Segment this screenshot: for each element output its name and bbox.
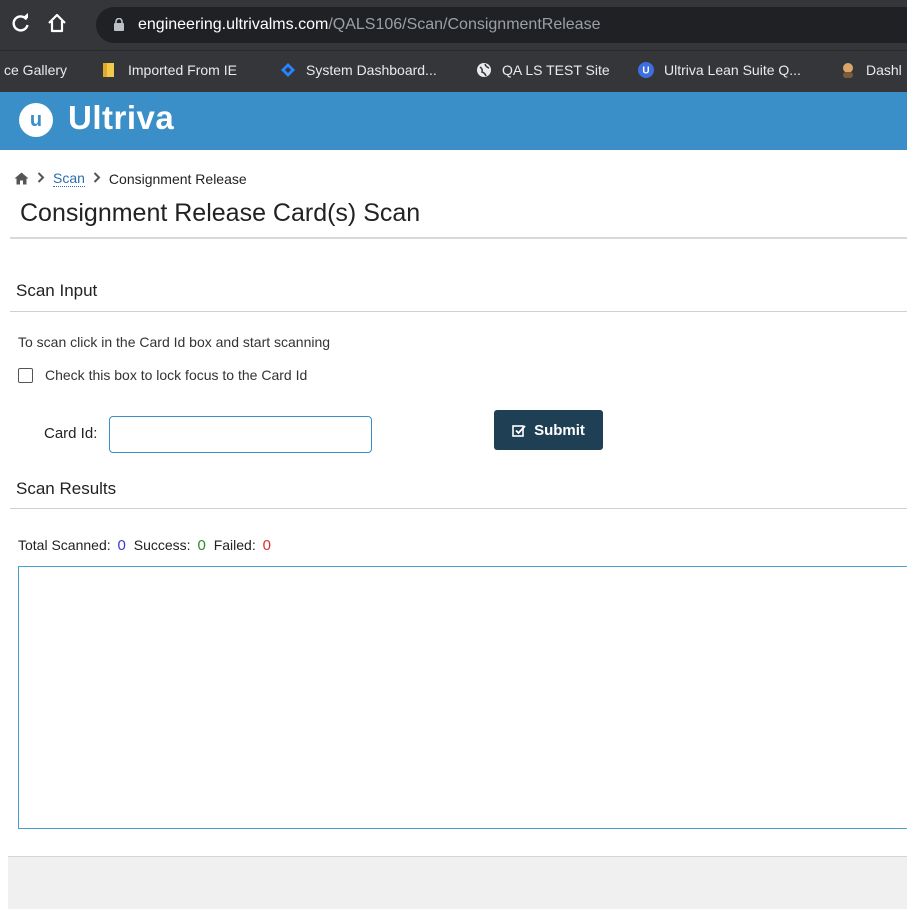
total-scanned-value: 0 (117, 537, 126, 554)
edit-check-icon (512, 424, 526, 437)
title-divider (10, 237, 907, 239)
page-footer (8, 856, 907, 909)
bookmark-label: Ultriva Lean Suite Q... (664, 62, 801, 78)
scan-totals: Total Scanned: 0 Success: 0 Failed: 0 (18, 537, 275, 554)
bookmark-label: ce Gallery (4, 62, 68, 78)
success-value: 0 (197, 537, 206, 554)
breadcrumb: Scan Consignment Release (14, 170, 247, 187)
reload-icon[interactable] (8, 10, 34, 36)
page-title: Consignment Release Card(s) Scan (20, 199, 421, 227)
url-path: /QALS106/Scan/ConsignmentRelease (328, 16, 601, 33)
url-host: engineering.ultrivalms.com (138, 16, 329, 33)
home-icon[interactable] (14, 172, 29, 185)
svg-text:U: U (642, 66, 649, 77)
brand-name[interactable]: Ultriva (68, 99, 174, 137)
scan-input-heading: Scan Input (16, 281, 98, 300)
bookmark-item[interactable]: Imported From IE (102, 62, 237, 78)
bookmark-label: System Dashboard... (306, 62, 437, 78)
address-bar[interactable]: engineering.ultrivalms.com/QALS106/Scan/… (96, 7, 907, 43)
card-id-input[interactable] (109, 416, 372, 453)
url-text: engineering.ultrivalms.com/QALS106/Scan/… (138, 16, 600, 34)
lock-icon (114, 18, 124, 31)
lock-focus-checkbox[interactable] (18, 367, 33, 383)
success-label: Success: (133, 537, 191, 553)
breadcrumb-link-scan[interactable]: Scan (53, 170, 85, 187)
bookmark-item[interactable]: ce Gallery (4, 62, 67, 78)
home-icon[interactable] (44, 10, 70, 36)
submit-button[interactable]: Submit (494, 410, 603, 450)
scan-results-box[interactable] (18, 566, 907, 829)
browser-toolbar: engineering.ultrivalms.com/QALS106/Scan/… (0, 0, 907, 50)
section-divider (10, 311, 907, 312)
app-header: u Ultriva (0, 92, 907, 150)
diamond-icon (281, 63, 295, 77)
ultriva-icon: U (638, 62, 654, 78)
bookmark-label: Dashl (866, 62, 902, 78)
bookmark-label: Imported From IE (128, 62, 237, 78)
breadcrumb-current: Consignment Release (108, 170, 247, 187)
logo-letter: u (29, 108, 43, 131)
avatar-icon (843, 63, 853, 78)
chevron-right-icon (93, 171, 101, 186)
failed-label: Failed: (213, 537, 256, 553)
chevron-right-icon (37, 171, 45, 186)
logo-icon[interactable]: u (19, 103, 53, 137)
bookmark-item[interactable]: Dashl (840, 62, 902, 78)
scan-results-heading: Scan Results (16, 479, 117, 498)
bookmarks-bar: ce Gallery Imported From IE System Dashb… (0, 50, 907, 92)
bookmark-item[interactable]: System Dashboard... (280, 62, 437, 78)
submit-label: Submit (534, 421, 585, 439)
failed-value: 0 (262, 537, 271, 554)
section-divider (10, 508, 907, 509)
lock-focus-row: Check this box to lock focus to the Card… (18, 367, 307, 383)
folder-icon (103, 63, 114, 77)
bookmark-label: QA LS TEST Site (502, 62, 610, 78)
bookmark-item[interactable]: QA LS TEST Site (476, 62, 610, 78)
lock-focus-label: Check this box to lock focus to the Card… (45, 367, 308, 383)
scan-instruction: To scan click in the Card Id box and sta… (18, 334, 331, 350)
bookmark-item[interactable]: U Ultriva Lean Suite Q... (638, 62, 801, 78)
card-id-label: Card Id: (44, 425, 98, 442)
globe-icon (477, 63, 491, 77)
total-scanned-label: Total Scanned: (18, 537, 111, 553)
